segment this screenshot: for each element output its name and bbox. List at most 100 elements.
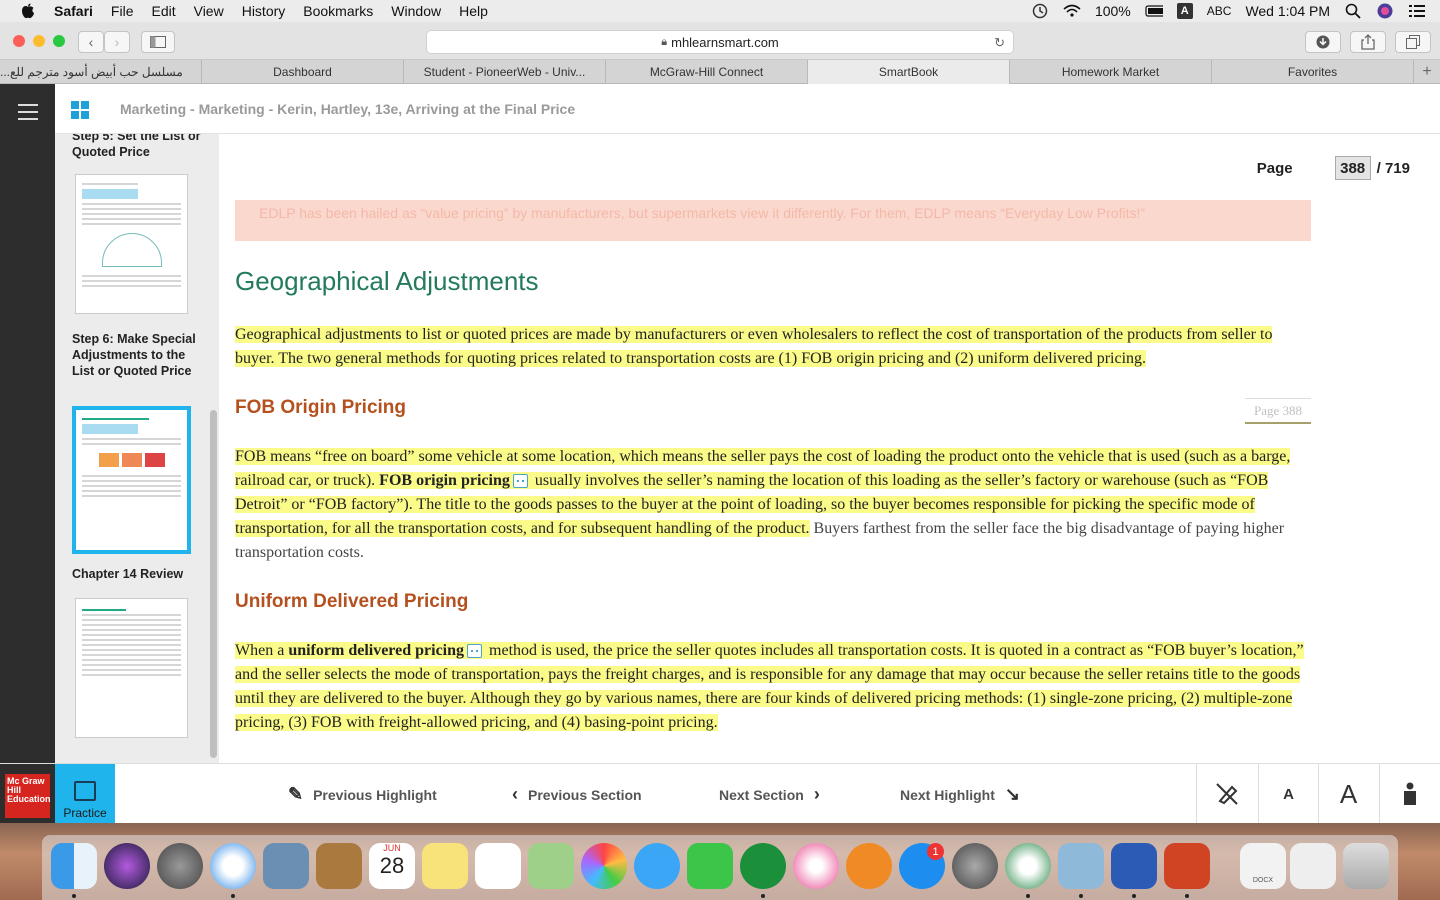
menu-app-safari[interactable]: Safari bbox=[54, 3, 93, 19]
word-icon[interactable] bbox=[1111, 843, 1157, 889]
finder-icon[interactable] bbox=[51, 843, 97, 889]
notes-icon[interactable] bbox=[422, 843, 468, 889]
sidebar-thumb-step6-selected[interactable] bbox=[72, 406, 191, 554]
clock[interactable]: Wed 1:04 PM bbox=[1245, 3, 1330, 19]
forward-button[interactable]: › bbox=[104, 31, 130, 53]
tab-arabic-series[interactable]: مسلسل حب أبيض أسود مترجم للع... bbox=[0, 60, 202, 84]
hamburger-menu-icon[interactable] bbox=[18, 104, 38, 120]
sidebar-scrollbar[interactable] bbox=[210, 410, 217, 758]
siri-icon[interactable] bbox=[1376, 3, 1394, 19]
tab-label: SmartBook bbox=[878, 65, 939, 79]
tab-smartbook[interactable]: SmartBook bbox=[808, 60, 1010, 84]
menu-help[interactable]: Help bbox=[459, 3, 488, 19]
tab-pioneerweb[interactable]: Student - PioneerWeb - Univ... bbox=[404, 60, 606, 84]
fob-paragraph: FOB means “free on board” some vehicle a… bbox=[235, 445, 1305, 565]
menu-history[interactable]: History bbox=[242, 3, 286, 19]
system-preferences-icon[interactable] bbox=[952, 843, 998, 889]
glossary-comment-icon[interactable] bbox=[467, 644, 483, 659]
apple-icon[interactable] bbox=[20, 3, 36, 19]
tab-bar: مسلسل حب أبيض أسود مترجم للع... Dashboar… bbox=[0, 60, 1440, 84]
chevron-right-icon: › bbox=[813, 784, 820, 804]
contacts-icon[interactable] bbox=[316, 843, 362, 889]
tab-connect[interactable]: McGraw-Hill Connect bbox=[606, 60, 808, 84]
hide-highlights-button[interactable] bbox=[1196, 764, 1256, 824]
trash-icon[interactable] bbox=[1343, 843, 1389, 889]
app-header: Marketing - Marketing - Kerin, Hartley, … bbox=[55, 84, 1440, 134]
previous-highlight-button[interactable]: ✎ Previous Highlight bbox=[288, 784, 437, 805]
spotlight-search-icon[interactable] bbox=[1344, 3, 1362, 19]
facetime-icon[interactable] bbox=[687, 843, 733, 889]
increase-font-button[interactable]: A bbox=[1318, 764, 1378, 824]
safari-icon[interactable] bbox=[210, 843, 256, 889]
chevron-left-icon: ‹ bbox=[512, 784, 518, 804]
preview-icon[interactable] bbox=[1058, 843, 1104, 889]
tab-favorites[interactable]: Favorites bbox=[1212, 60, 1414, 84]
mail-stamp-icon[interactable] bbox=[263, 843, 309, 889]
notification-center-icon[interactable] bbox=[1408, 4, 1426, 18]
reload-icon[interactable]: ↻ bbox=[994, 35, 1005, 51]
menu-bookmarks[interactable]: Bookmarks bbox=[303, 3, 373, 19]
menu-file[interactable]: File bbox=[111, 3, 134, 19]
pencil-down-icon: ↘ bbox=[1004, 784, 1020, 804]
glossary-comment-icon[interactable] bbox=[512, 474, 528, 489]
calendar-icon[interactable]: JUN 28 bbox=[369, 843, 415, 889]
document-stack-icon[interactable] bbox=[1290, 843, 1336, 889]
zoom-window-button[interactable] bbox=[53, 35, 65, 47]
highlighted-text[interactable]: When a uniform delivered pricing method … bbox=[235, 642, 1304, 731]
show-tabs-button[interactable] bbox=[1395, 31, 1431, 53]
glossary-term-udp[interactable]: uniform delivered pricing bbox=[288, 642, 464, 659]
fob-heading: FOB Origin Pricing bbox=[235, 397, 407, 418]
powerpoint-icon[interactable] bbox=[1164, 843, 1210, 889]
glossary-term-fob[interactable]: FOB origin pricing bbox=[379, 472, 510, 489]
photos-icon[interactable] bbox=[581, 843, 627, 889]
wifi-icon[interactable] bbox=[1063, 4, 1081, 18]
next-section-button[interactable]: Next Section › bbox=[719, 784, 820, 805]
menu-view[interactable]: View bbox=[194, 3, 224, 19]
previous-section-button[interactable]: ‹ Previous Section bbox=[512, 784, 642, 805]
messages-icon[interactable] bbox=[634, 843, 680, 889]
maps-icon[interactable] bbox=[528, 843, 574, 889]
accessibility-button[interactable] bbox=[1379, 764, 1439, 824]
keynote-icon[interactable] bbox=[740, 843, 786, 889]
ibooks-icon[interactable] bbox=[846, 843, 892, 889]
docx-file-icon[interactable]: DOCX bbox=[1240, 843, 1286, 889]
practice-button[interactable]: Practice bbox=[55, 764, 115, 824]
apps-grid-icon[interactable] bbox=[71, 101, 89, 119]
menu-window[interactable]: Window bbox=[391, 3, 441, 19]
menu-edit[interactable]: Edit bbox=[151, 3, 175, 19]
sidebar-item-step6-title[interactable]: Step 6: Make Special Adjustments to the … bbox=[72, 331, 202, 379]
sidebar-item-step5-title[interactable]: Step 5: Set the List or Quoted Price bbox=[72, 134, 202, 160]
reminders-icon[interactable] bbox=[475, 843, 521, 889]
siri-icon[interactable] bbox=[104, 843, 150, 889]
itunes-icon[interactable] bbox=[793, 843, 839, 889]
highlighter-off-icon bbox=[1215, 783, 1238, 805]
tab-homework-market[interactable]: Homework Market bbox=[1010, 60, 1212, 84]
share-button[interactable] bbox=[1350, 31, 1386, 53]
sidebar-thumb-step5[interactable] bbox=[75, 174, 188, 314]
decrease-font-button[interactable]: A bbox=[1258, 764, 1318, 824]
running-indicator bbox=[1185, 894, 1189, 898]
page-number-input[interactable]: 388 bbox=[1334, 156, 1371, 180]
launchpad-icon[interactable] bbox=[157, 843, 203, 889]
next-highlight-button[interactable]: Next Highlight ↘ bbox=[900, 784, 1020, 805]
battery-icon[interactable] bbox=[1145, 4, 1163, 18]
vpn-icon[interactable] bbox=[1005, 843, 1051, 889]
tab-dashboard[interactable]: Dashboard bbox=[202, 60, 404, 84]
highlighted-text[interactable]: Geographical adjustments to list or quot… bbox=[235, 326, 1273, 367]
input-source-icon[interactable]: A bbox=[1176, 3, 1193, 19]
minimize-window-button[interactable] bbox=[33, 35, 45, 47]
sidebar-item-chapter14-title[interactable]: Chapter 14 Review bbox=[72, 566, 202, 582]
sidebar-thumb-chapter14[interactable] bbox=[75, 598, 188, 738]
running-indicator bbox=[1132, 894, 1136, 898]
page-indicator: Page 388 / 719 bbox=[1257, 156, 1410, 180]
running-indicator bbox=[1026, 894, 1030, 898]
time-machine-icon[interactable] bbox=[1031, 3, 1049, 19]
downloads-button[interactable] bbox=[1305, 31, 1341, 53]
close-window-button[interactable] bbox=[13, 35, 25, 47]
address-bar[interactable]: 🔒︎ mhlearnsmart.com ↻ bbox=[426, 30, 1014, 54]
back-button[interactable]: ‹ bbox=[78, 31, 104, 53]
sidebar-toggle-button[interactable] bbox=[141, 31, 175, 53]
previous-section-label: Previous Section bbox=[528, 786, 642, 803]
new-tab-button[interactable]: + bbox=[1414, 60, 1440, 83]
practice-icon bbox=[74, 781, 96, 801]
